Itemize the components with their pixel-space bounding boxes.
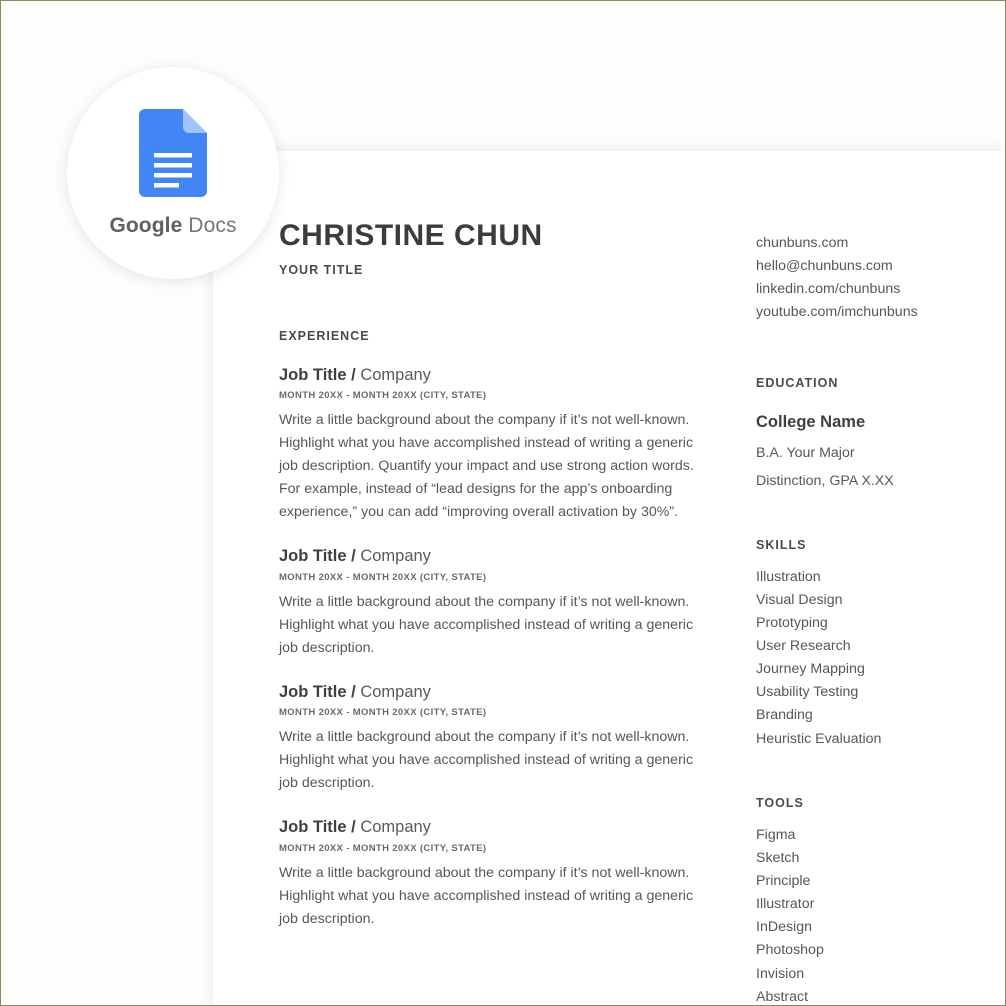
- job-separator: /: [346, 818, 361, 837]
- experience-entry: Job Title / Company MONTH 20XX - MONTH 2…: [279, 365, 714, 525]
- job-company: Company: [360, 818, 431, 837]
- skills-list: Illustration Visual Design Prototyping U…: [756, 566, 961, 751]
- job-description: Write a little background about the comp…: [279, 729, 694, 792]
- list-item: Branding: [756, 707, 813, 724]
- google-docs-icon: [139, 108, 207, 197]
- job-header: Job Title / Company: [279, 365, 714, 386]
- contact-email[interactable]: hello@chunbuns.com: [756, 255, 961, 278]
- document-page[interactable]: CHRISTINE CHUN YOUR TITLE EXPERIENCE Job…: [213, 151, 1005, 1005]
- job-separator: /: [346, 547, 361, 566]
- distinction: Distinction, GPA X.XX: [756, 472, 894, 489]
- experience-heading: EXPERIENCE: [279, 328, 370, 343]
- list-item: Illustration: [756, 568, 821, 585]
- list-item: Journey Mapping: [756, 661, 865, 678]
- resume-content: CHRISTINE CHUN YOUR TITLE EXPERIENCE Job…: [279, 219, 1005, 1005]
- job-description: Write a little background about the comp…: [279, 593, 694, 656]
- resume-side-column: chunbuns.com hello@chunbuns.com linkedin…: [756, 219, 961, 1005]
- job-separator: /: [346, 365, 361, 384]
- list-item: Abstract: [756, 988, 809, 1005]
- degree: B.A. Your Major: [756, 444, 855, 461]
- skills-heading: SKILLS: [756, 537, 807, 552]
- list-item: Prototyping: [756, 614, 828, 631]
- google-docs-badge[interactable]: Google Docs: [67, 67, 279, 279]
- experience-entry: Job Title / Company MONTH 20XX - MONTH 2…: [279, 817, 714, 931]
- list-item: Principle: [756, 873, 811, 890]
- school-name: College Name: [756, 413, 866, 431]
- experience-entry: Job Title / Company MONTH 20XX - MONTH 2…: [279, 546, 714, 660]
- job-company: Company: [360, 547, 431, 566]
- list-item: InDesign: [756, 919, 812, 936]
- job-description: Write a little background about the comp…: [279, 412, 694, 521]
- page-title: CHRISTINE CHUN: [279, 219, 543, 252]
- list-item: Heuristic Evaluation: [756, 730, 882, 747]
- job-header: Job Title / Company: [279, 546, 714, 567]
- job-description: Write a little background about the comp…: [279, 865, 694, 928]
- list-item: Sketch: [756, 849, 800, 866]
- tools-list: Figma Sketch Principle Illustrator InDes…: [756, 824, 961, 1005]
- job-title: Job Title: [279, 547, 347, 566]
- list-item: User Research: [756, 638, 851, 655]
- wordmark-google: Google: [109, 213, 183, 237]
- job-dates-location: MONTH 20XX - MONTH 20XX (CITY, STATE): [279, 390, 487, 402]
- education-heading: EDUCATION: [756, 376, 839, 390]
- job-dates-location: MONTH 20XX - MONTH 20XX (CITY, STATE): [279, 843, 487, 855]
- job-header: Job Title / Company: [279, 817, 714, 838]
- job-title: Job Title: [279, 365, 347, 384]
- job-title: Job Title: [279, 682, 347, 701]
- resume-subtitle: YOUR TITLE: [279, 262, 364, 277]
- job-separator: /: [346, 682, 361, 701]
- job-header: Job Title / Company: [279, 682, 714, 703]
- wordmark-docs: Docs: [182, 213, 237, 237]
- list-item: Usability Testing: [756, 684, 859, 701]
- list-item: Photoshop: [756, 942, 824, 959]
- contact-youtube[interactable]: youtube.com/imchunbuns: [756, 301, 961, 324]
- list-item: Invision: [756, 965, 805, 982]
- tools-heading: TOOLS: [756, 795, 804, 810]
- screenshot-frame: CHRISTINE CHUN YOUR TITLE EXPERIENCE Job…: [0, 0, 1006, 1006]
- contact-linkedin[interactable]: linkedin.com/chunbuns: [756, 278, 961, 301]
- list-item: Figma: [756, 826, 796, 843]
- experience-entry: Job Title / Company MONTH 20XX - MONTH 2…: [279, 682, 714, 796]
- list-item: Visual Design: [756, 591, 843, 608]
- google-docs-wordmark: Google Docs: [109, 214, 236, 238]
- list-item: Illustrator: [756, 896, 815, 913]
- job-company: Company: [360, 365, 431, 384]
- job-dates-location: MONTH 20XX - MONTH 20XX (CITY, STATE): [279, 571, 487, 583]
- resume-main-column: CHRISTINE CHUN YOUR TITLE EXPERIENCE Job…: [279, 219, 714, 1005]
- job-title: Job Title: [279, 818, 347, 837]
- job-dates-location: MONTH 20XX - MONTH 20XX (CITY, STATE): [279, 707, 487, 719]
- job-company: Company: [360, 682, 431, 701]
- contact-website[interactable]: chunbuns.com: [756, 232, 961, 255]
